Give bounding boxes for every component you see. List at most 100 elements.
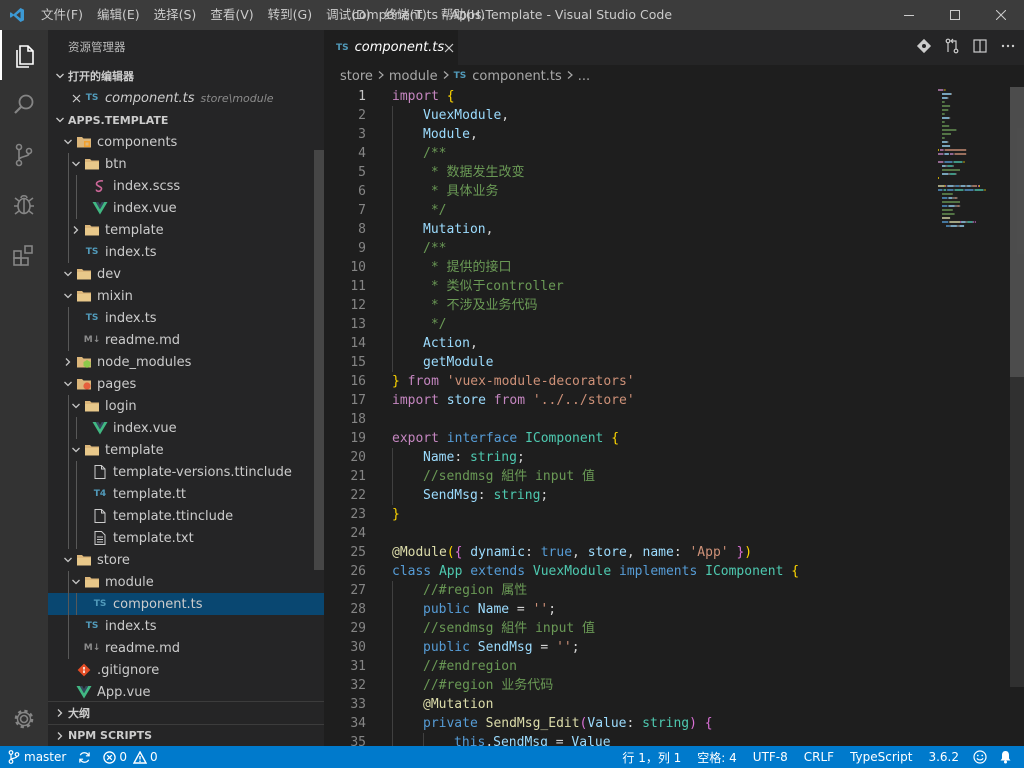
source-control-icon[interactable] (0, 130, 48, 180)
npm-scripts-header[interactable]: NPM SCRIPTS (48, 724, 324, 746)
code-editor[interactable]: 1 import {2 VuexModule, 3 Module, 4/** 5 * 数据发… (324, 87, 944, 746)
minimap[interactable] (936, 87, 1012, 237)
extensions-icon[interactable] (0, 230, 48, 280)
breadcrumb-item[interactable]: ... (578, 69, 590, 84)
file-item[interactable]: App.vue (48, 681, 324, 703)
encoding[interactable]: UTF-8 (745, 746, 796, 768)
code-token: class (392, 564, 432, 579)
chevron-down-icon[interactable] (68, 153, 84, 175)
code-line: 24 (324, 524, 944, 543)
menu-item[interactable]: 查看(V) (203, 0, 260, 30)
breadcrumb-item[interactable]: module (389, 69, 438, 84)
folder-item[interactable]: store (48, 549, 324, 571)
close-window-button[interactable] (978, 0, 1024, 30)
code-token: VuexModule (423, 108, 502, 123)
breadcrumb-item[interactable]: component.ts (472, 69, 562, 84)
file-item[interactable]: index.vue (48, 197, 324, 219)
sync-button[interactable] (74, 746, 95, 768)
ts-icon: TS (93, 599, 107, 609)
folder-item[interactable]: module (48, 571, 324, 593)
typescript-version[interactable]: 3.6.2 (920, 746, 967, 768)
cursor-position[interactable]: 行 1，列 1 (614, 746, 689, 768)
close-icon[interactable] (68, 87, 84, 109)
folder-item[interactable]: login (48, 395, 324, 417)
code-text: Module, (366, 125, 478, 144)
chevron-down-icon[interactable] (60, 263, 76, 285)
file-item[interactable]: M↓ readme.md (48, 637, 324, 659)
branch-indicator[interactable]: master (0, 746, 74, 768)
notifications-bell-icon[interactable] (993, 746, 1024, 768)
more-actions-icon[interactable] (1000, 38, 1016, 58)
menu-item[interactable]: 终端(T) (377, 0, 433, 30)
editor-scrollbar[interactable] (1010, 87, 1024, 687)
git-compare-icon[interactable] (916, 38, 932, 58)
file-item[interactable]: TS index.ts (48, 307, 324, 329)
code-line: 33 @Mutation (324, 695, 944, 714)
chevron-right-icon[interactable] (68, 219, 84, 241)
file-item[interactable]: template-versions.ttinclude (48, 461, 324, 483)
scrollbar-thumb[interactable] (1010, 87, 1024, 377)
workspace-header[interactable]: APPS.TEMPLATE (48, 109, 324, 131)
folder-item[interactable]: pages (48, 373, 324, 395)
file-item[interactable]: T4 template.tt (48, 483, 324, 505)
chevron-down-icon[interactable] (68, 395, 84, 417)
chevron-down-icon[interactable] (60, 285, 76, 307)
open-editors-header[interactable]: 打开的编辑器 (48, 65, 324, 87)
menu-item[interactable]: 调试(D) (319, 0, 377, 30)
file-item[interactable]: TS index.ts (48, 241, 324, 263)
file-item[interactable]: template.ttinclude (48, 505, 324, 527)
code-token: store (587, 545, 627, 560)
open-changes-icon[interactable] (944, 38, 960, 58)
chevron-down-icon[interactable] (60, 549, 76, 571)
chevron-down-icon[interactable] (60, 373, 76, 395)
chevron-down-icon[interactable] (68, 571, 84, 593)
open-editor-item[interactable]: TS component.ts store\module (48, 87, 324, 109)
feedback-smiley-icon[interactable] (967, 746, 993, 768)
folder-item[interactable]: template (48, 219, 324, 241)
breadcrumb-item[interactable]: store (340, 69, 373, 84)
file-item[interactable]: TS index.ts (48, 615, 324, 637)
git-icon (76, 662, 92, 678)
menu-item[interactable]: 帮助(H) (434, 0, 492, 30)
file-item[interactable]: M↓ readme.md (48, 329, 324, 351)
code-token: : (626, 716, 643, 731)
folder-item[interactable]: mixin (48, 285, 324, 307)
code-line: 21 //sendmsg 組件 input 值 (324, 467, 944, 486)
chevron-down-icon[interactable] (68, 439, 84, 461)
search-icon[interactable] (0, 80, 48, 130)
folder-icon (76, 266, 92, 282)
file-item[interactable]: index.scss (48, 175, 324, 197)
outline-header[interactable]: 大纲 (48, 702, 324, 724)
line-endings[interactable]: CRLF (796, 746, 842, 768)
file-item[interactable]: index.vue (48, 417, 324, 439)
minimize-button[interactable] (886, 0, 932, 30)
sidebar-scrollbar[interactable] (314, 150, 324, 570)
folder-item[interactable]: btn (48, 153, 324, 175)
manage-gear-icon[interactable] (0, 694, 48, 744)
menu-item[interactable]: 转到(G) (261, 0, 319, 30)
code-text: @Mutation (366, 695, 493, 714)
ts-icon: TS (85, 621, 99, 631)
file-item[interactable]: .gitignore (48, 659, 324, 681)
debug-icon[interactable] (0, 180, 48, 230)
folder-item[interactable]: dev (48, 263, 324, 285)
file-item[interactable]: template.txt (48, 527, 324, 549)
tab-component-ts[interactable]: TS component.ts (324, 30, 458, 65)
close-icon[interactable] (444, 43, 454, 53)
maximize-button[interactable] (932, 0, 978, 30)
language-mode[interactable]: TypeScript (842, 746, 920, 768)
menu-item[interactable]: 文件(F) (34, 0, 90, 30)
indentation[interactable]: 空格: 4 (689, 746, 745, 768)
folder-item[interactable]: template (48, 439, 324, 461)
chevron-right-icon[interactable] (60, 351, 76, 373)
menu-item[interactable]: 编辑(E) (90, 0, 147, 30)
explorer-icon[interactable] (0, 30, 48, 80)
file-item[interactable]: TS component.ts (48, 593, 324, 615)
problems-indicator[interactable]: 0 0 (95, 746, 165, 768)
folder-item[interactable]: node_modules (48, 351, 324, 373)
split-editor-icon[interactable] (972, 38, 988, 58)
folder-item[interactable]: components (48, 131, 324, 153)
menu-item[interactable]: 选择(S) (147, 0, 204, 30)
chevron-down-icon[interactable] (60, 131, 76, 153)
